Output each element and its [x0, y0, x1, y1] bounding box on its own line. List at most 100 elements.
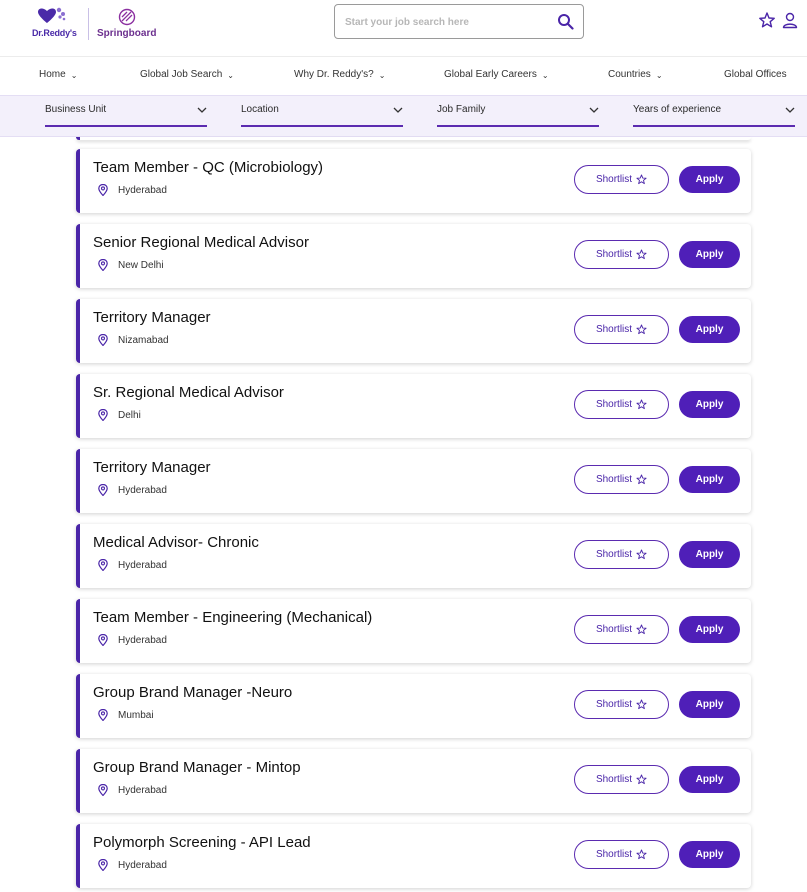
job-location-text: New Delhi	[118, 259, 164, 271]
apply-button[interactable]: Apply	[679, 616, 740, 643]
user-icon[interactable]	[781, 11, 799, 29]
nav-item-why-dr-reddys[interactable]: Why Dr. Reddy's? ⌄	[294, 69, 385, 80]
job-card[interactable]: Group Brand Manager - Mintop Hyderabad S…	[76, 749, 751, 813]
search-input[interactable]	[345, 12, 550, 32]
job-card[interactable]: Group Brand Manager -Neuro Mumbai Shortl…	[76, 674, 751, 738]
location-pin-icon	[98, 709, 108, 721]
nav-item-global-offices[interactable]: Global Offices	[724, 69, 787, 80]
job-card[interactable]: Team Member - QC (Microbiology) Hyderaba…	[76, 149, 751, 213]
job-title[interactable]: Team Member - QC (Microbiology)	[93, 159, 323, 176]
job-location: Nizamabad	[97, 334, 169, 346]
job-location: New Delhi	[97, 259, 164, 271]
apply-button[interactable]: Apply	[679, 316, 740, 343]
main-nav: Home ⌄ Global Job Search ⌄ Why Dr. Reddy's…	[0, 56, 807, 95]
job-location: Hyderabad	[97, 484, 167, 496]
shortlist-label: Shortlist	[595, 324, 633, 335]
nav-item-countries[interactable]: Countries ⌄	[608, 69, 663, 80]
shortlist-label: Shortlist	[595, 774, 633, 785]
shortlist-label: Shortlist	[595, 549, 633, 560]
job-location: Mumbai	[97, 709, 154, 721]
job-card[interactable]: Medical Advisor- Chronic Hyderabad Short…	[76, 524, 751, 588]
job-location-text: Delhi	[118, 409, 141, 421]
job-location-text: Mumbai	[118, 709, 154, 721]
location-pin-icon	[98, 409, 108, 421]
job-card[interactable]: Polymorph Screening - API Lead Hyderabad…	[76, 824, 751, 888]
location-pin-icon	[98, 334, 108, 346]
job-location-text: Hyderabad	[118, 184, 167, 196]
shortlist-label: Shortlist	[595, 699, 633, 710]
shortlist-button[interactable]: Shortlist	[574, 315, 669, 344]
job-card[interactable]: Territory Manager Hyderabad Shortlist Ap…	[76, 449, 751, 513]
logo[interactable]: Dr.Reddy's Springboard	[30, 6, 170, 42]
shortlist-button[interactable]: Shortlist	[574, 165, 669, 194]
job-card[interactable]: Team Member - Engineering (Mechanical) H…	[76, 599, 751, 663]
apply-button[interactable]: Apply	[679, 466, 740, 493]
star-icon	[636, 549, 647, 560]
job-location-text: Hyderabad	[118, 559, 167, 571]
shortlist-button[interactable]: Shortlist	[574, 540, 669, 569]
job-location-text: Hyderabad	[118, 784, 167, 796]
shortlist-button[interactable]: Shortlist	[574, 615, 669, 644]
filter-business-unit[interactable]: Business Unit	[45, 96, 207, 127]
job-title[interactable]: Group Brand Manager - Mintop	[93, 759, 301, 776]
apply-button[interactable]: Apply	[679, 391, 740, 418]
job-title[interactable]: Territory Manager	[93, 309, 211, 326]
shortlist-label: Shortlist	[595, 624, 633, 635]
star-icon	[636, 624, 647, 635]
apply-button[interactable]: Apply	[679, 841, 740, 868]
job-card[interactable]: Territory Manager Nizamabad Shortlist Ap…	[76, 299, 751, 363]
job-location-text: Hyderabad	[118, 859, 167, 871]
apply-button[interactable]: Apply	[679, 691, 740, 718]
chevron-down-icon	[393, 107, 403, 113]
job-location-text: Hyderabad	[118, 484, 167, 496]
search-bar	[334, 4, 584, 39]
location-pin-icon	[98, 484, 108, 496]
job-title[interactable]: Team Member - Engineering (Mechanical)	[93, 609, 372, 626]
shortlist-button[interactable]: Shortlist	[574, 240, 669, 269]
job-card[interactable]: Sr. Regional Medical Advisor Delhi Short…	[76, 374, 751, 438]
nav-item-global-job-search[interactable]: Global Job Search ⌄	[140, 69, 234, 80]
location-pin-icon	[98, 634, 108, 646]
star-icon	[636, 474, 647, 485]
logo-text: Dr.Reddy's	[32, 28, 77, 38]
chevron-down-icon: ⌄	[227, 71, 234, 80]
star-icon	[636, 774, 647, 785]
sub-brand-text: Springboard	[97, 28, 157, 39]
nav-item-home[interactable]: Home ⌄	[39, 69, 77, 80]
logo-divider	[88, 8, 89, 40]
location-pin-icon	[98, 784, 108, 796]
shortlist-button[interactable]: Shortlist	[574, 465, 669, 494]
chevron-down-icon	[785, 107, 795, 113]
job-title[interactable]: Group Brand Manager -Neuro	[93, 684, 292, 701]
job-card[interactable]: Senior Regional Medical Advisor New Delh…	[76, 224, 751, 288]
shortlist-button[interactable]: Shortlist	[574, 765, 669, 794]
location-pin-icon	[98, 859, 108, 871]
job-location: Hyderabad	[97, 859, 167, 871]
filter-years-of-experience[interactable]: Years of experience	[633, 96, 795, 127]
shortlist-button[interactable]: Shortlist	[574, 840, 669, 869]
star-icon	[636, 324, 647, 335]
apply-button[interactable]: Apply	[679, 766, 740, 793]
filter-bar: Business Unit Location Job Family Years …	[0, 95, 807, 137]
job-title[interactable]: Territory Manager	[93, 459, 211, 476]
job-title[interactable]: Sr. Regional Medical Advisor	[93, 384, 284, 401]
filter-location[interactable]: Location	[241, 96, 403, 127]
apply-button[interactable]: Apply	[679, 241, 740, 268]
job-title[interactable]: Polymorph Screening - API Lead	[93, 834, 311, 851]
star-icon[interactable]	[758, 11, 776, 29]
shortlist-button[interactable]: Shortlist	[574, 690, 669, 719]
shortlist-label: Shortlist	[595, 399, 633, 410]
location-pin-icon	[98, 259, 108, 271]
shortlist-button[interactable]: Shortlist	[574, 390, 669, 419]
star-icon	[636, 249, 647, 260]
job-location: Hyderabad	[97, 184, 167, 196]
nav-item-global-early-careers[interactable]: Global Early Careers ⌄	[444, 69, 549, 80]
search-icon[interactable]	[557, 13, 574, 30]
apply-button[interactable]: Apply	[679, 166, 740, 193]
apply-button[interactable]: Apply	[679, 541, 740, 568]
star-icon	[636, 849, 647, 860]
job-title[interactable]: Medical Advisor- Chronic	[93, 534, 259, 551]
star-icon	[636, 174, 647, 185]
filter-job-family[interactable]: Job Family	[437, 96, 599, 127]
job-title[interactable]: Senior Regional Medical Advisor	[93, 234, 309, 251]
